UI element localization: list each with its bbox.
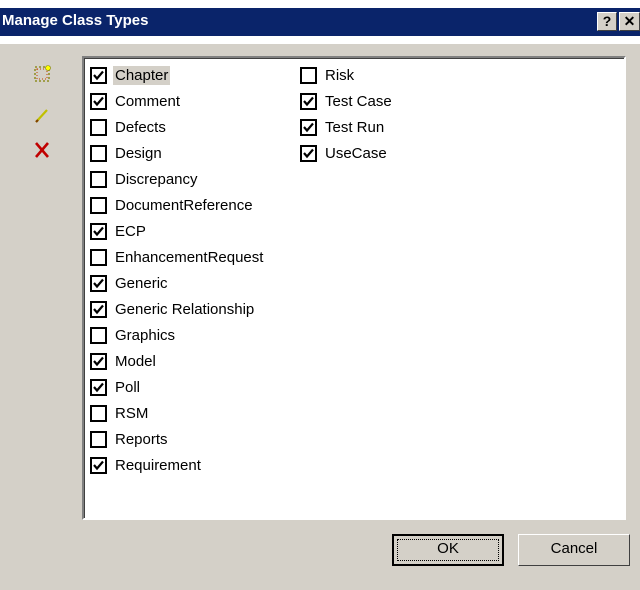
- checkbox[interactable]: [90, 248, 107, 266]
- checkbox[interactable]: [90, 430, 107, 448]
- checkbox[interactable]: [90, 144, 107, 162]
- window-title: Manage Class Types: [2, 12, 149, 29]
- checkbox[interactable]: [90, 92, 107, 110]
- checklist-column-left: Chapter Comment Defects Design Discrepancy Do…: [90, 62, 265, 478]
- class-type-label: Discrepancy: [115, 170, 198, 188]
- class-type-item[interactable]: ECP: [90, 218, 265, 244]
- new-icon[interactable]: [30, 62, 56, 86]
- checkbox[interactable]: [90, 300, 107, 318]
- checkmark-icon: [303, 148, 314, 158]
- ok-focus-rect: [397, 539, 499, 561]
- checkmark-icon: [93, 70, 104, 80]
- class-type-item[interactable]: RSM: [90, 400, 265, 426]
- checkbox[interactable]: [300, 66, 317, 84]
- class-type-item[interactable]: Comment: [90, 88, 265, 114]
- checkbox[interactable]: [300, 144, 317, 162]
- checkmark-icon: [303, 96, 314, 106]
- checkbox[interactable]: [90, 196, 107, 214]
- checkmark-icon: [93, 382, 104, 392]
- checkbox[interactable]: [300, 92, 317, 110]
- class-type-item[interactable]: EnhancementRequest: [90, 244, 265, 270]
- class-type-label: Poll: [115, 378, 141, 396]
- class-type-item[interactable]: Generic Relationship: [90, 296, 265, 322]
- class-type-item[interactable]: Discrepancy: [90, 166, 265, 192]
- class-type-item[interactable]: Requirement: [90, 452, 265, 478]
- class-type-label: UseCase: [325, 144, 387, 162]
- class-type-item[interactable]: Test Run: [300, 114, 394, 140]
- manage-class-types-dialog: Manage Class Types ? ✕ Chapter Comment De: [0, 0, 640, 590]
- class-type-label: Test Run: [325, 118, 385, 136]
- class-type-item[interactable]: Reports: [90, 426, 265, 452]
- class-type-label: ECP: [115, 222, 146, 240]
- class-type-label: Design: [115, 144, 162, 162]
- class-type-label: RSM: [115, 404, 149, 422]
- cancel-button[interactable]: Cancel: [518, 534, 630, 566]
- class-type-item[interactable]: Test Case: [300, 88, 394, 114]
- class-type-label: Generic Relationship: [115, 300, 255, 318]
- class-type-label: Graphics: [115, 326, 176, 344]
- class-type-label: Model: [115, 352, 156, 370]
- edit-pencil-icon[interactable]: [30, 104, 56, 128]
- class-type-item[interactable]: Risk: [300, 62, 394, 88]
- class-type-item[interactable]: Graphics: [90, 322, 265, 348]
- class-type-item[interactable]: DocumentReference: [90, 192, 265, 218]
- checkbox[interactable]: [90, 118, 107, 136]
- checkmark-icon: [93, 226, 104, 236]
- class-type-label: Reports: [115, 430, 168, 448]
- checkbox[interactable]: [90, 404, 107, 422]
- checkbox[interactable]: [90, 352, 107, 370]
- class-type-item[interactable]: Poll: [90, 374, 265, 400]
- class-type-item[interactable]: Chapter: [90, 62, 265, 88]
- class-type-label: EnhancementRequest: [115, 248, 264, 266]
- class-type-label: Chapter: [113, 65, 171, 85]
- checkbox[interactable]: [90, 170, 107, 188]
- checkmark-icon: [93, 278, 104, 288]
- class-type-item[interactable]: Design: [90, 140, 265, 166]
- checkbox[interactable]: [90, 274, 107, 292]
- class-type-label: Defects: [115, 118, 166, 136]
- class-type-checklist[interactable]: Chapter Comment Defects Design Discrepancy Do…: [82, 56, 626, 520]
- class-type-label: Requirement: [115, 456, 201, 474]
- checkbox[interactable]: [90, 378, 107, 396]
- help-button[interactable]: ?: [597, 12, 617, 31]
- class-type-item[interactable]: Generic: [90, 270, 265, 296]
- class-type-label: Generic: [115, 274, 168, 292]
- checkbox[interactable]: [90, 222, 107, 240]
- checkmark-icon: [93, 356, 104, 366]
- checkbox[interactable]: [90, 66, 107, 84]
- ok-button[interactable]: OK: [392, 534, 504, 566]
- checkbox[interactable]: [90, 456, 107, 474]
- class-type-item[interactable]: UseCase: [300, 140, 394, 166]
- class-type-item[interactable]: Model: [90, 348, 265, 374]
- checkbox[interactable]: [90, 326, 107, 344]
- checkmark-icon: [303, 122, 314, 132]
- class-type-label: Comment: [115, 92, 181, 110]
- checkmark-icon: [93, 96, 104, 106]
- checklist-column-right: Risk Test Case Test Run UseCase: [300, 62, 394, 166]
- title-bar: Manage Class Types ? ✕: [0, 0, 640, 44]
- class-type-label: Risk: [325, 66, 355, 84]
- close-button[interactable]: ✕: [619, 12, 640, 31]
- checkmark-icon: [93, 460, 104, 470]
- cancel-button-label: Cancel: [550, 540, 598, 557]
- delete-x-icon[interactable]: [30, 138, 56, 162]
- checkmark-icon: [93, 304, 104, 314]
- class-type-label: Test Case: [325, 92, 392, 110]
- class-type-label: DocumentReference: [115, 196, 253, 214]
- class-type-item[interactable]: Defects: [90, 114, 265, 140]
- checkbox[interactable]: [300, 118, 317, 136]
